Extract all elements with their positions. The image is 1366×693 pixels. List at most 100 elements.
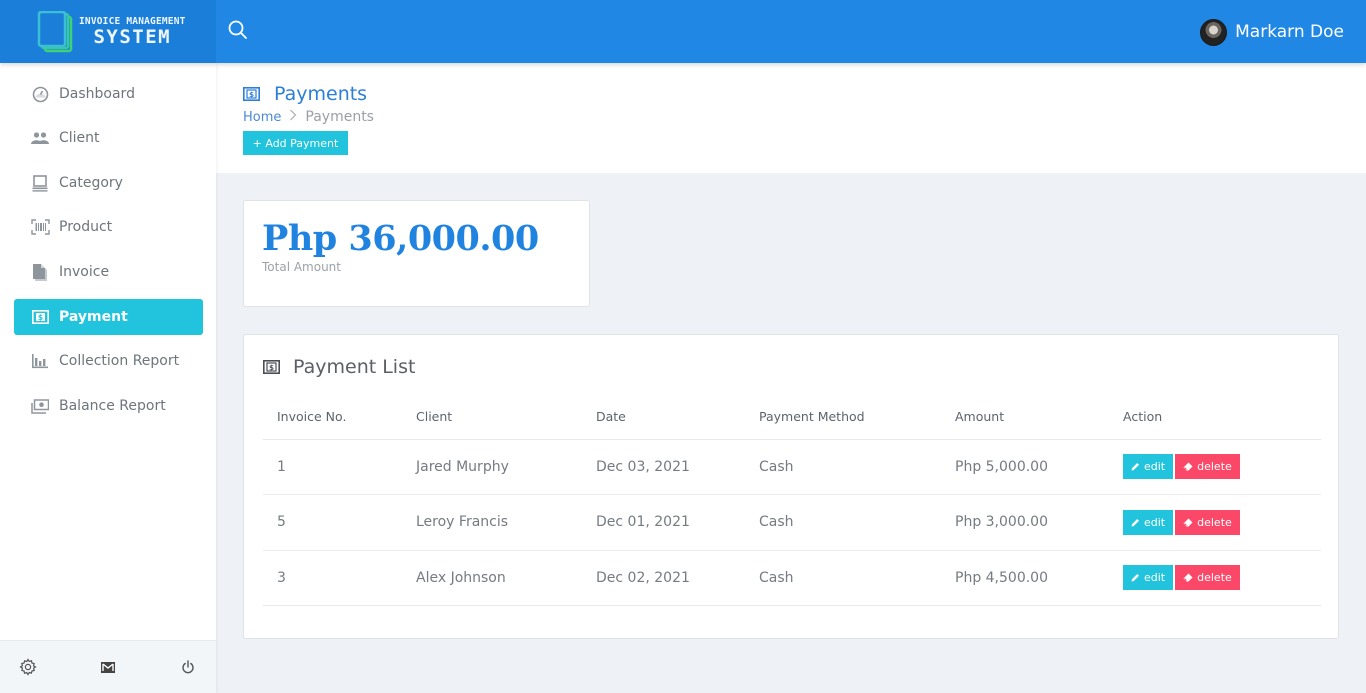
column-header-payment-method[interactable]: Payment Method [745,395,941,440]
brand-title: INVOICE MANAGEMENT SYSTEM [79,17,186,47]
money-stack-icon [30,397,50,415]
sidebar-item-collection-report[interactable]: Collection Report [14,343,203,379]
logo-icon [37,11,73,53]
users-icon [30,129,50,147]
delete-label: delete [1197,515,1232,529]
eraser-icon [1183,518,1193,527]
sidebar-item-label: Category [59,175,123,191]
delete-button[interactable]: delete [1175,454,1240,480]
pencil-icon [1131,518,1139,527]
cell-actions: edit delete [1109,550,1321,606]
column-header-date[interactable]: Date [582,395,745,440]
sidebar-item-invoice[interactable]: Invoice [14,254,203,290]
mail-icon [101,661,115,673]
sidebar-item-balance-report[interactable]: Balance Report [14,388,203,424]
edit-label: edit [1144,571,1166,585]
cell-actions: edit delete [1109,439,1321,495]
money-bill-icon: $ [30,308,50,326]
column-header-amount[interactable]: Amount [941,395,1109,440]
delete-button[interactable]: delete [1175,509,1240,535]
search-button[interactable] [227,19,249,41]
edit-button[interactable]: edit [1123,454,1174,480]
total-amount-value: Php 36,000.00 [262,218,539,259]
brand-line-2: SYSTEM [93,25,172,48]
payment-list-card: $ Payment List Invoice No. Client Date P… [243,334,1339,639]
mail-button[interactable] [98,657,118,677]
cell-client: Jared Murphy [402,439,582,495]
svg-text:$: $ [269,364,274,372]
cell-actions: edit delete [1109,494,1321,551]
table-header-row: Invoice No. Client Date Payment Method A… [263,395,1321,440]
money-bill-icon: $ [263,360,280,374]
column-header-client[interactable]: Client [402,395,582,440]
payment-list-title: Payment List [293,356,416,378]
sidebar-item-product[interactable]: Product [14,209,203,245]
bar-chart-icon [30,352,50,370]
user-menu[interactable]: Markarn Doe [1200,18,1344,46]
cell-method: Cash [745,494,941,551]
power-icon [182,660,194,674]
column-header-action: Action [1109,395,1321,440]
chevron-right-icon [289,109,297,125]
edit-button[interactable]: edit [1123,565,1174,591]
delete-label: delete [1197,460,1232,474]
edit-label: edit [1144,515,1166,529]
search-icon [228,20,247,39]
sidebar-footer [0,640,216,693]
add-payment-button[interactable]: + Add Payment [243,131,348,155]
eraser-icon [1183,462,1193,471]
cell-client: Alex Johnson [402,550,582,606]
table-row: 5 Leroy Francis Dec 01, 2021 Cash Php 3,… [263,494,1321,551]
gear-icon [19,658,37,676]
cell-invoice-no: 1 [263,439,402,495]
breadcrumb-home[interactable]: Home [243,110,281,125]
svg-text:$: $ [249,91,254,99]
delete-label: delete [1197,571,1232,585]
table-row: 1 Jared Murphy Dec 03, 2021 Cash Php 5,0… [263,439,1321,495]
settings-button[interactable] [18,657,38,677]
cell-amount: Php 5,000.00 [941,439,1109,495]
brand[interactable]: INVOICE MANAGEMENT SYSTEM [0,0,216,63]
top-bar: INVOICE MANAGEMENT SYSTEM Markarn Doe [0,0,1366,63]
laptop-icon [30,174,50,192]
total-amount-card: Php 36,000.00 Total Amount [243,200,590,307]
barcode-icon [30,218,50,236]
edit-label: edit [1144,460,1166,474]
sidebar-item-payment[interactable]: $ Payment [14,299,203,335]
page-title: Payments [274,83,368,105]
cell-method: Cash [745,439,941,495]
cell-date: Dec 03, 2021 [582,439,745,495]
cell-date: Dec 01, 2021 [582,494,745,551]
edit-button[interactable]: edit [1123,509,1174,535]
sidebar-item-label: Dashboard [59,86,135,102]
sidebar-item-label: Client [59,130,100,146]
cell-client: Leroy Francis [402,494,582,551]
sidebar-item-label: Invoice [59,264,110,280]
page-title-wrap: $ Payments [243,83,367,105]
payment-list-header: $ Payment List [263,356,415,378]
cell-amount: Php 3,000.00 [941,494,1109,551]
delete-button[interactable]: delete [1175,565,1240,591]
dashboard-gauge-icon [30,85,50,103]
eraser-icon [1183,573,1193,582]
cell-date: Dec 02, 2021 [582,550,745,606]
file-icon [30,263,50,281]
cell-invoice-no: 3 [263,550,402,606]
money-bill-icon: $ [243,87,260,101]
sidebar-item-label: Payment [59,309,128,325]
avatar [1200,18,1228,46]
cell-amount: Php 4,500.00 [941,550,1109,606]
pencil-icon [1131,463,1139,471]
sidebar-item-dashboard[interactable]: Dashboard [14,76,203,112]
total-amount-label: Total Amount [262,260,341,274]
sidebar-item-category[interactable]: Category [14,165,203,201]
logout-button[interactable] [178,657,198,677]
sidebar-item-client[interactable]: Client [14,120,203,156]
cell-invoice-no: 5 [263,494,402,551]
table-row: 3 Alex Johnson Dec 02, 2021 Cash Php 4,5… [263,550,1321,606]
column-header-invoice-no[interactable]: Invoice No. [263,395,402,440]
user-name: Markarn Doe [1235,22,1344,42]
svg-text:$: $ [37,313,42,322]
payment-table: Invoice No. Client Date Payment Method A… [263,395,1321,606]
breadcrumb: Home Payments [243,109,374,125]
